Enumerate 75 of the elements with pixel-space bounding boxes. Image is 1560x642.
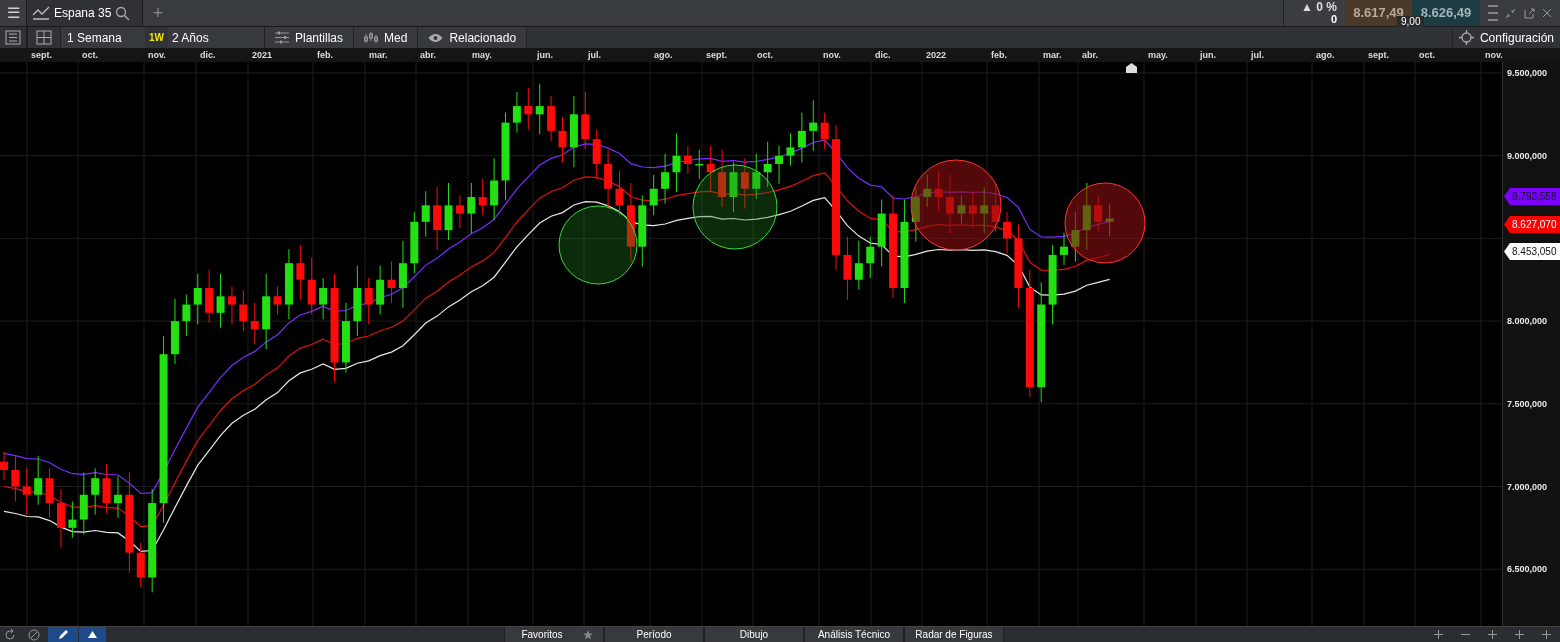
zoom-in-icon[interactable] [1434,630,1443,639]
pencil-icon [57,629,69,640]
interval-label: 1W [148,31,165,45]
popout-icon[interactable] [1523,7,1535,19]
month-label: abr. [420,49,436,61]
month-label: nov. [1485,49,1503,61]
price-label: 7.500,000 [1507,398,1548,409]
zoom-in-icon[interactable] [1488,630,1497,639]
instrument-tab[interactable]: Espana 35 [26,0,143,26]
bottom-tab[interactable]: Análisis Técnico [804,627,904,642]
price-label: 9.000,000 [1507,150,1548,161]
chart-line-icon [32,6,50,20]
month-label: may. [472,49,492,61]
month-label: nov. [148,49,166,61]
collapse-icon[interactable] [1505,7,1517,19]
layout-grid-icon[interactable] [36,30,52,45]
month-label: oct. [82,49,98,61]
sliders-icon [275,31,289,44]
month-label: ago. [654,49,673,61]
refresh-icon[interactable] [4,629,16,641]
triangle-icon [88,631,97,638]
month-label: mar. [369,49,388,61]
month-label: ago. [1316,49,1335,61]
month-label: feb. [991,49,1007,61]
related-button[interactable]: Relacionado [417,27,527,48]
eye-icon [428,32,444,43]
month-label: abr. [1082,49,1098,61]
month-label: jul. [588,49,601,61]
bottom-tab[interactable]: Período [604,627,704,642]
price-label: 9.500,000 [1507,68,1548,78]
range-button[interactable]: 2 Años [168,27,264,48]
spread-badge: 9,00 [1397,16,1425,27]
search-icon[interactable] [115,5,131,21]
month-label: sept. [31,49,52,61]
price-tag-text: 8.453,050 [1512,245,1557,259]
price-tag-text: 8.793,558 [1512,190,1557,204]
tab-title: Espana 35 [54,5,112,22]
month-label: dic. [875,49,891,61]
list-icon[interactable] [5,30,21,45]
pencil-button[interactable] [48,627,78,642]
bottom-tab[interactable]: Radar de Figuras [904,627,1004,642]
price-label: 6.500,000 [1507,564,1548,575]
change-text: ▲ 0 % [1301,1,1337,13]
month-label: 2021 [252,49,273,61]
menu-icon[interactable] [1487,3,1498,23]
month-label: mar. [1043,49,1062,61]
month-label: oct. [757,49,773,61]
zoom-in-icon[interactable] [1515,630,1524,639]
month-label: 2022 [926,49,947,61]
star-icon [583,629,593,640]
month-label: jun. [1200,49,1216,61]
month-label: may. [1148,49,1168,61]
month-label: feb. [317,49,333,61]
bottom-tab[interactable]: Dibujo [704,627,804,642]
price-tag-text: 8.627,070 [1512,218,1557,232]
zoom-in-icon[interactable] [1542,630,1551,639]
month-label: oct. [1419,49,1435,61]
month-label: sept. [706,49,727,61]
period-button[interactable]: 1 Semana [60,27,145,48]
price-label: 7.000,000 [1507,481,1548,492]
candles-icon [364,31,379,44]
volume-text: 0 [1330,13,1337,25]
bottom-tab[interactable]: Favoritos [504,627,604,642]
speed-icon[interactable] [28,629,40,641]
measure-button[interactable]: Med [353,27,418,48]
month-label: sept. [1368,49,1389,61]
month-label: nov. [823,49,841,61]
triangle-button[interactable] [78,627,106,642]
price-label: 8.000,000 [1507,316,1548,327]
settings-icon [1458,30,1474,45]
templates-button[interactable]: Plantillas [264,27,354,48]
month-label: jul. [1251,49,1264,61]
month-label: jun. [537,49,553,61]
month-label: dic. [200,49,216,61]
close-icon[interactable] [1542,8,1553,18]
